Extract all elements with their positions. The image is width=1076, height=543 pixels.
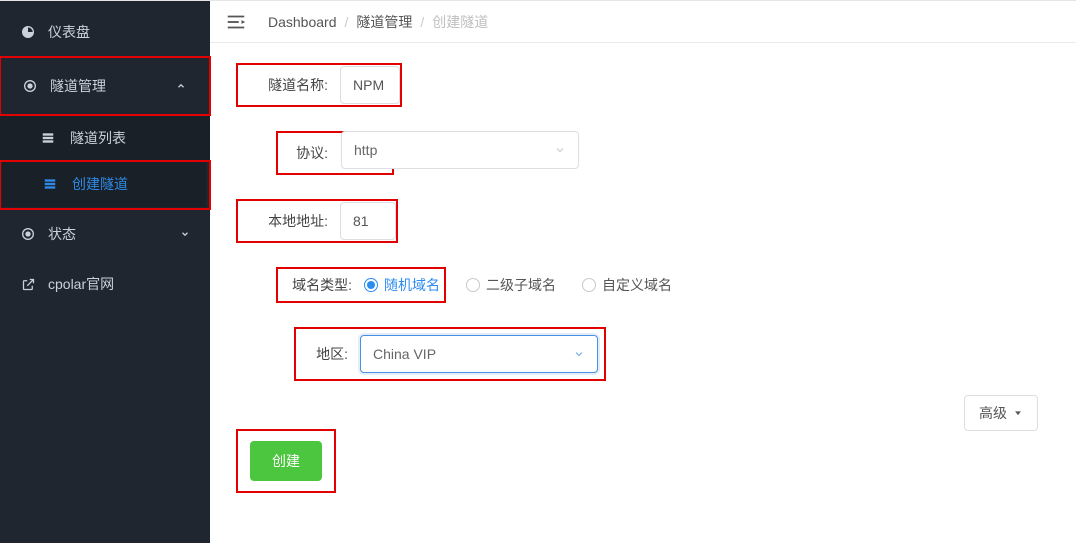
sidebar-item-label: 仪表盘: [48, 22, 90, 42]
radio-dot-icon: [364, 278, 378, 292]
sidebar-item-cpolar-site[interactable]: cpolar官网: [0, 259, 210, 309]
caret-down-icon: [1013, 408, 1023, 418]
chevron-up-icon: [176, 81, 186, 91]
submit-button[interactable]: 创建: [250, 441, 322, 481]
sidebar-item-tunnel-create[interactable]: 创建隧道: [2, 161, 206, 207]
sidebar-item-label: 隧道列表: [70, 128, 126, 148]
sidebar-item-label: cpolar官网: [48, 274, 114, 294]
radio-label: 二级子域名: [486, 275, 556, 295]
submit-label: 创建: [272, 451, 300, 471]
target-icon: [22, 78, 38, 94]
sidebar-item-tunnel-list[interactable]: 隧道列表: [0, 115, 210, 161]
breadcrumb-item[interactable]: 隧道管理: [356, 12, 412, 32]
menu-toggle-button[interactable]: [220, 11, 252, 33]
topbar: Dashboard / 隧道管理 / 创建隧道: [210, 1, 1076, 43]
advanced-button[interactable]: 高级: [964, 395, 1038, 431]
breadcrumb-sep: /: [345, 14, 349, 30]
chevron-down-icon: [180, 229, 190, 239]
radio-label: 自定义域名: [602, 275, 672, 295]
target-icon: [20, 226, 36, 242]
sidebar: 仪表盘 隧道管理 隧道列表: [0, 1, 210, 543]
domain-type-custom-radio[interactable]: 自定义域名: [582, 275, 672, 295]
sidebar-item-label: 创建隧道: [72, 174, 128, 194]
domain-type-random-radio[interactable]: 随机域名: [364, 275, 440, 295]
grid-icon: [42, 176, 58, 192]
protocol-select[interactable]: http: [341, 131, 579, 169]
dashboard-icon: [20, 24, 36, 40]
breadcrumb-item[interactable]: Dashboard: [268, 14, 337, 30]
main-content: Dashboard / 隧道管理 / 创建隧道 隧道名称: 协议:: [210, 1, 1076, 543]
external-link-icon: [20, 276, 36, 292]
radio-dot-icon: [466, 278, 480, 292]
local-addr-label: 本地地址:: [238, 201, 328, 241]
breadcrumb-current: 创建隧道: [432, 12, 488, 32]
radio-label: 随机域名: [384, 275, 440, 295]
chevron-down-icon: [554, 144, 566, 156]
radio-dot-icon: [582, 278, 596, 292]
protocol-label: 协议:: [278, 133, 328, 173]
sidebar-item-dashboard[interactable]: 仪表盘: [0, 7, 210, 57]
sidebar-item-label: 隧道管理: [50, 76, 106, 96]
breadcrumb-sep: /: [420, 14, 424, 30]
tunnel-name-label: 隧道名称:: [238, 65, 328, 105]
sidebar-item-tunnel-mgmt[interactable]: 隧道管理: [2, 61, 206, 111]
domain-type-sub-radio[interactable]: 二级子域名: [466, 275, 556, 295]
sidebar-item-label: 状态: [48, 224, 76, 244]
region-select[interactable]: China VIP: [360, 335, 598, 373]
advanced-label: 高级: [979, 403, 1007, 423]
region-label: 地区:: [302, 344, 348, 364]
chevron-down-icon: [573, 348, 585, 360]
grid-icon: [40, 130, 56, 146]
domain-type-label: 域名类型:: [282, 275, 352, 295]
breadcrumb: Dashboard / 隧道管理 / 创建隧道: [268, 12, 488, 32]
sidebar-item-status[interactable]: 状态: [0, 209, 210, 259]
tunnel-name-input[interactable]: [340, 66, 400, 104]
local-addr-input[interactable]: [340, 202, 396, 240]
